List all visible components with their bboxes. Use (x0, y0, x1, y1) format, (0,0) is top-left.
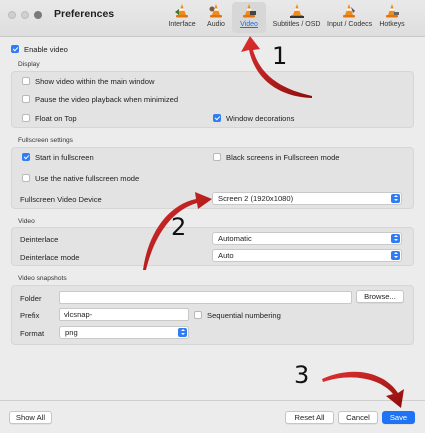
deinterlace-mode-select[interactable]: Auto (212, 249, 402, 262)
input-cone-icon (342, 4, 355, 18)
pause-minimized-label: Pause the video playback when minimized (35, 95, 179, 104)
tab-label: Input / Codecs (327, 21, 373, 28)
chevron-updown-icon (391, 234, 400, 243)
chevron-updown-icon (391, 194, 400, 203)
annotation-arrows (143, 36, 404, 408)
snapshots-section-title: Video snapshots (18, 275, 67, 282)
window-decorations-checkbox[interactable]: Window decorations (213, 114, 294, 123)
folder-label: Folder (20, 294, 42, 303)
show-in-main-window-label: Show video within the main window (35, 77, 155, 86)
tab-input-codecs[interactable]: Input / Codecs (327, 2, 373, 33)
checkbox-box[interactable] (22, 114, 30, 122)
checkbox-box[interactable] (22, 153, 30, 161)
tab-label: Subtitles / OSD (272, 21, 321, 28)
prefix-input[interactable]: vlcsnap- (59, 308, 189, 321)
deinterlace-value: Automatic (218, 234, 252, 243)
checkbox-box[interactable] (213, 114, 221, 122)
checkbox-box[interactable] (11, 45, 19, 53)
format-select[interactable]: png (59, 326, 189, 339)
hotkeys-cone-icon (386, 4, 399, 18)
annotation-number-3: 3 (294, 361, 310, 389)
black-screens-checkbox[interactable]: Black screens in Fullscreen mode (213, 153, 340, 162)
format-label: Format (20, 329, 45, 338)
annotation-number-2: 2 (171, 213, 187, 241)
checkbox-box[interactable] (213, 153, 221, 161)
audio-cone-icon (209, 4, 222, 18)
tab-video[interactable]: Video (232, 2, 266, 33)
checkbox-box[interactable] (22, 95, 30, 103)
enable-video-label: Enable video (24, 45, 68, 54)
tab-label: Audio (207, 21, 225, 28)
video-section-title: Video (18, 218, 35, 225)
tab-interface[interactable]: Interface (164, 2, 200, 33)
native-fullscreen-label: Use the native fullscreen mode (35, 174, 140, 183)
checkbox-box[interactable] (22, 77, 30, 85)
window-decorations-label: Window decorations (226, 114, 295, 123)
annotation-number-1: 1 (272, 42, 288, 70)
format-value: png (65, 328, 78, 337)
chevron-updown-icon (391, 251, 400, 260)
show-all-button[interactable]: Show All (9, 411, 52, 424)
save-button[interactable]: Save (382, 411, 415, 424)
tab-audio[interactable]: Audio (203, 2, 229, 33)
tab-label: Hotkeys (379, 21, 405, 28)
window-title: Preferences (54, 8, 115, 20)
video-cone-icon (243, 4, 256, 18)
start-fullscreen-label: Start in fullscreen (35, 153, 94, 162)
tab-label: Video (240, 21, 258, 28)
zoom-window-button[interactable] (34, 11, 42, 19)
chevron-updown-icon (178, 328, 187, 337)
close-window-button[interactable] (8, 11, 16, 19)
float-on-top-checkbox[interactable]: Float on Top (22, 114, 77, 123)
minimize-window-button[interactable] (21, 11, 29, 19)
checkbox-box[interactable] (194, 311, 202, 319)
cancel-button[interactable]: Cancel (338, 411, 378, 424)
black-screens-label: Black screens in Fullscreen mode (226, 153, 340, 162)
native-fullscreen-checkbox[interactable]: Use the native fullscreen mode (22, 174, 139, 183)
sequential-numbering-label: Sequential numbering (207, 311, 281, 320)
folder-input[interactable] (59, 291, 352, 304)
tab-subtitles-osd[interactable]: Subtitles / OSD (269, 2, 324, 33)
deinterlace-label: Deinterlace (20, 235, 59, 244)
tab-label: Interface (168, 21, 196, 28)
subtitles-cone-icon (289, 4, 304, 18)
start-fullscreen-checkbox[interactable]: Start in fullscreen (22, 153, 94, 162)
enable-video-checkbox[interactable]: Enable video (11, 45, 68, 54)
deinterlace-select[interactable]: Automatic (212, 232, 402, 245)
fullscreen-device-select[interactable]: Screen 2 (1920x1080) (212, 192, 402, 205)
sequential-numbering-checkbox[interactable]: Sequential numbering (194, 311, 281, 320)
interface-cone-icon (175, 4, 188, 18)
pause-minimized-checkbox[interactable]: Pause the video playback when minimized (22, 95, 178, 104)
tab-hotkeys[interactable]: Hotkeys (372, 2, 412, 33)
deinterlace-mode-value: Auto (218, 251, 234, 260)
float-on-top-label: Float on Top (35, 114, 77, 123)
deinterlace-mode-label: Deinterlace mode (20, 253, 80, 262)
browse-button[interactable]: Browse... (356, 290, 404, 303)
fullscreen-device-value: Screen 2 (1920x1080) (218, 194, 294, 203)
show-in-main-window-checkbox[interactable]: Show video within the main window (22, 77, 154, 86)
display-section-title: Display (18, 61, 40, 68)
fullscreen-section-title: Fullscreen settings (18, 137, 73, 144)
checkbox-box[interactable] (22, 174, 30, 182)
reset-all-button[interactable]: Reset All (285, 411, 334, 424)
prefix-label: Prefix (20, 311, 40, 320)
fullscreen-device-label: Fullscreen Video Device (20, 195, 102, 204)
